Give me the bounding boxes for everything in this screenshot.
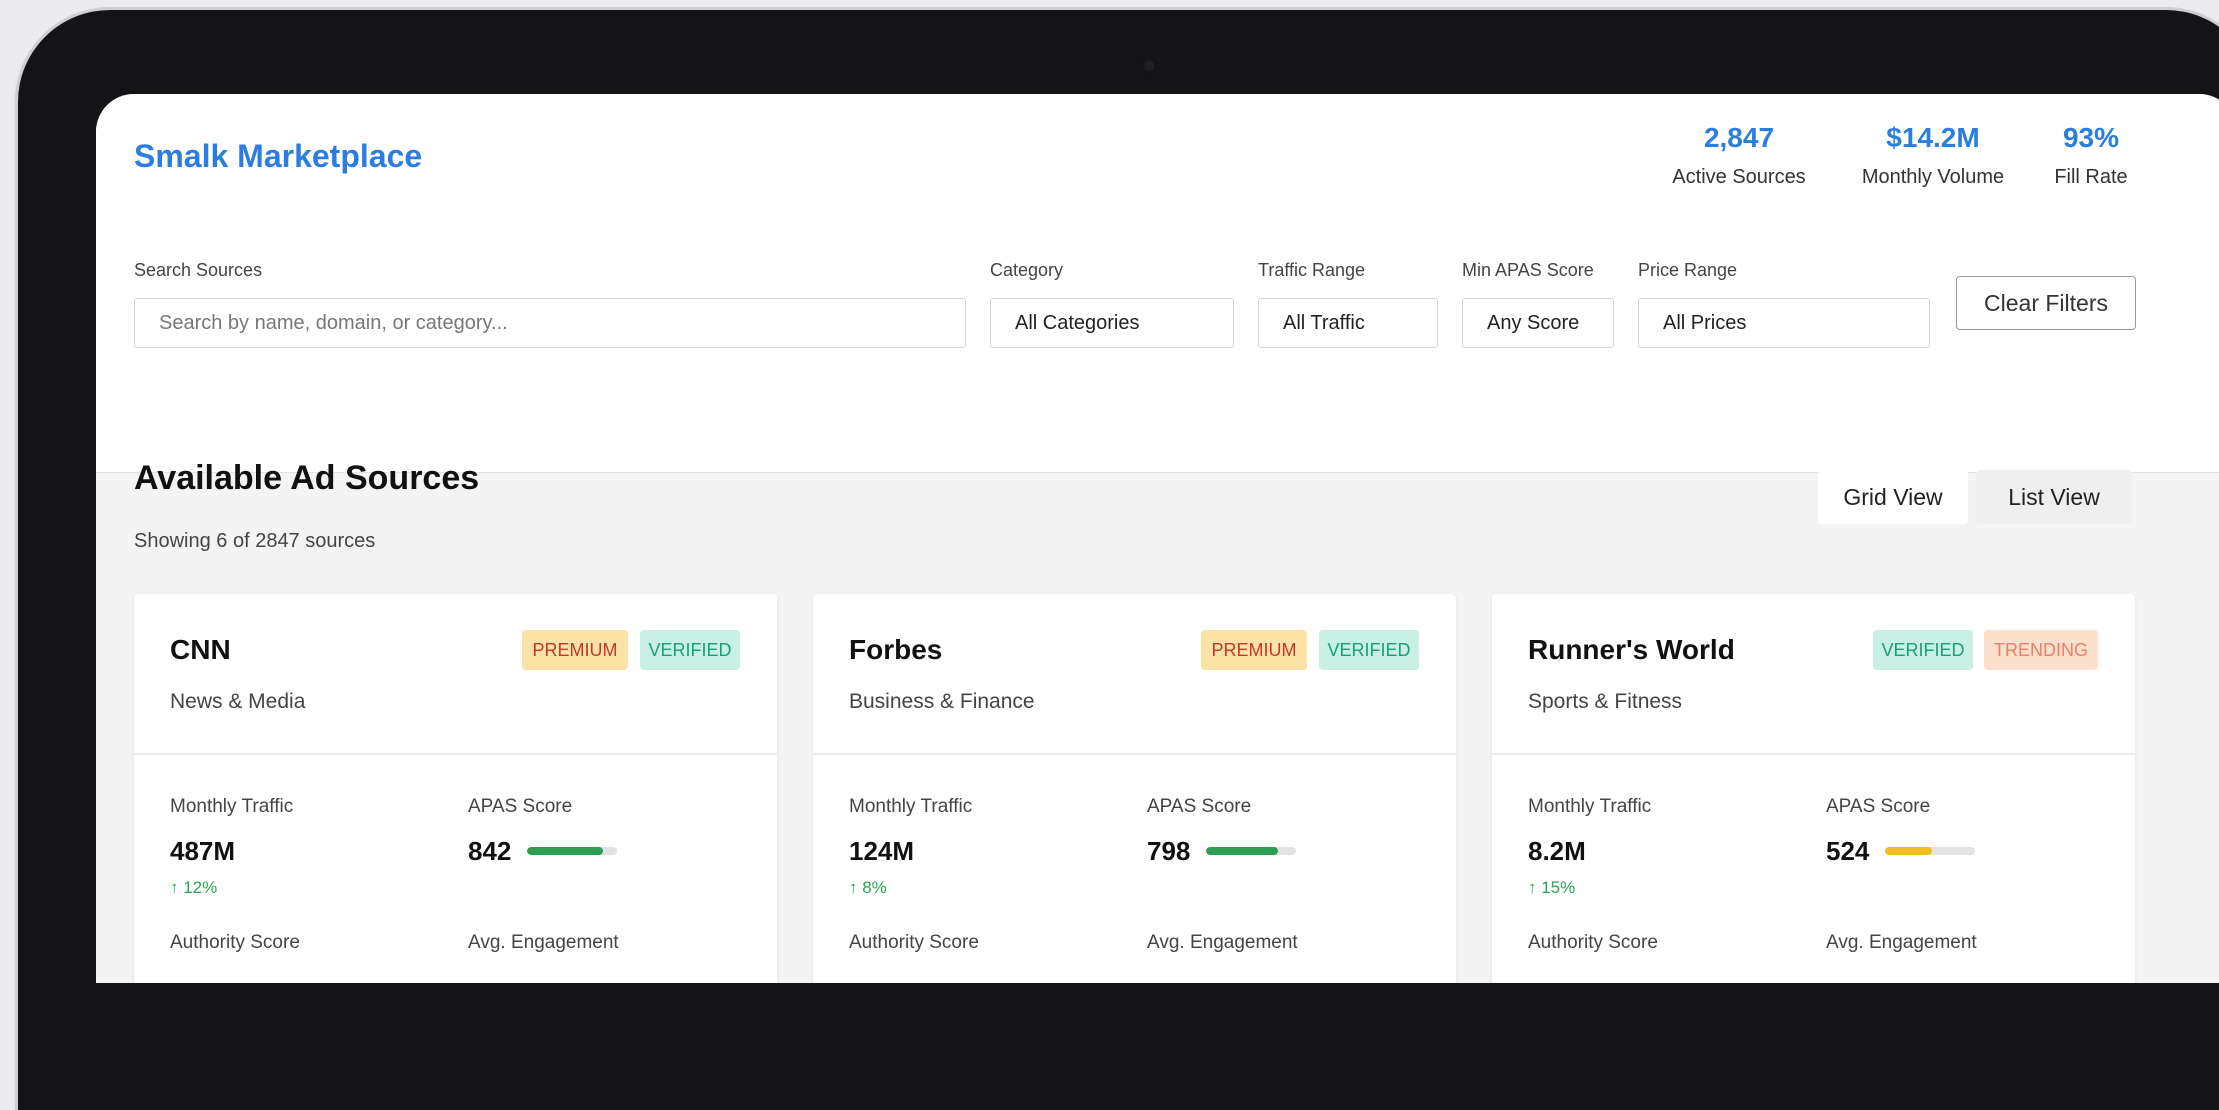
divider	[813, 753, 1456, 755]
apas-score-bar-fill	[527, 847, 603, 855]
min-apas-select[interactable]: Any Score	[1462, 298, 1614, 348]
search-label: Search Sources	[134, 260, 263, 280]
apas-score-bar-fill	[1206, 847, 1278, 855]
apas-score-value: 524	[1826, 836, 1870, 866]
avg-engagement-label: Avg. Engagement	[1826, 932, 1977, 953]
category-label: Category	[990, 260, 1064, 280]
divider	[1492, 753, 2135, 755]
monthly-traffic-label: Monthly Traffic	[170, 796, 294, 817]
premium-badge: PREMIUM	[1201, 630, 1307, 670]
laptop-frame: Smalk Marketplace 2,847 Active Sources $…	[18, 10, 2219, 1110]
stat-label: Monthly Volume	[1861, 166, 2005, 188]
stat-fill-rate: 93% Fill Rate	[2046, 122, 2136, 189]
source-card[interactable]: CNN PREMIUM VERIFIED News & Media Monthl…	[134, 594, 777, 983]
divider	[134, 753, 777, 755]
monthly-traffic-value: 487M	[170, 836, 236, 866]
source-name: Runner's World	[1528, 634, 1735, 665]
source-category: Sports & Fitness	[1528, 690, 1683, 713]
list-view-button[interactable]: List View	[1976, 470, 2132, 524]
stat-value: 2,847	[1703, 122, 1775, 153]
search-input[interactable]: Search by name, domain, or category...	[134, 298, 966, 348]
apas-score-label: APAS Score	[1147, 796, 1252, 817]
apas-score-bar	[1885, 847, 1975, 855]
source-name: CNN	[170, 634, 231, 665]
apas-score-label: APAS Score	[1826, 796, 1931, 817]
source-category: News & Media	[170, 690, 306, 713]
verified-badge: VERIFIED	[640, 630, 740, 670]
premium-badge: PREMIUM	[522, 630, 628, 670]
traffic-trend: ↑ 8%	[849, 878, 887, 897]
grid-view-button[interactable]: Grid View	[1818, 470, 1968, 524]
source-card[interactable]: Runner's World VERIFIED TRENDING Sports …	[1492, 594, 2135, 983]
app-screen: Smalk Marketplace 2,847 Active Sources $…	[96, 94, 2219, 983]
apas-score-bar	[1206, 847, 1296, 855]
price-range-select[interactable]: All Prices	[1638, 298, 1930, 348]
brand-title[interactable]: Smalk Marketplace	[134, 138, 422, 175]
page-title: Available Ad Sources	[134, 459, 480, 497]
stat-monthly-volume: $14.2M Monthly Volume	[1848, 122, 2018, 189]
avg-engagement-label: Avg. Engagement	[468, 932, 619, 953]
stat-label: Active Sources	[1672, 166, 1806, 188]
results-count: Showing 6 of 2847 sources	[134, 530, 376, 552]
app-header: Smalk Marketplace 2,847 Active Sources $…	[96, 94, 2219, 222]
authority-score-label: Authority Score	[170, 932, 300, 953]
apas-score-label: APAS Score	[468, 796, 573, 817]
source-category: Business & Finance	[849, 690, 1035, 713]
verified-badge: VERIFIED	[1873, 630, 1973, 670]
traffic-range-label: Traffic Range	[1258, 260, 1366, 280]
authority-score-label: Authority Score	[849, 932, 979, 953]
trending-badge: TRENDING	[1984, 630, 2098, 670]
price-range-label: Price Range	[1638, 260, 1738, 280]
monthly-traffic-label: Monthly Traffic	[1528, 796, 1652, 817]
monthly-traffic-label: Monthly Traffic	[849, 796, 973, 817]
traffic-trend: ↑ 12%	[170, 878, 218, 897]
stat-value: 93%	[2062, 122, 2120, 153]
monthly-traffic-value: 8.2M	[1528, 836, 1586, 866]
verified-badge: VERIFIED	[1319, 630, 1419, 670]
stat-value: $14.2M	[1886, 122, 1980, 153]
apas-score-bar	[527, 847, 617, 855]
stat-label: Fill Rate	[2054, 166, 2128, 188]
monthly-traffic-value: 124M	[849, 836, 915, 866]
filter-bar: Search Sources Search by name, domain, o…	[96, 222, 2219, 473]
apas-score-bar-fill	[1885, 847, 1933, 855]
traffic-range-select[interactable]: All Traffic	[1258, 298, 1438, 348]
authority-score-label: Authority Score	[1528, 932, 1658, 953]
camera-icon	[1142, 59, 1156, 73]
source-card[interactable]: Forbes PREMIUM VERIFIED Business & Finan…	[813, 594, 1456, 983]
clear-filters-button[interactable]: Clear Filters	[1956, 276, 2136, 330]
traffic-trend: ↑ 15%	[1528, 878, 1576, 897]
avg-engagement-label: Avg. Engagement	[1147, 932, 1298, 953]
min-apas-label: Min APAS Score	[1462, 260, 1594, 280]
source-name: Forbes	[849, 634, 943, 665]
apas-score-value: 798	[1147, 836, 1191, 866]
category-select[interactable]: All Categories	[990, 298, 1234, 348]
apas-score-value: 842	[468, 836, 512, 866]
stat-active-sources: 2,847 Active Sources	[1659, 122, 1819, 189]
